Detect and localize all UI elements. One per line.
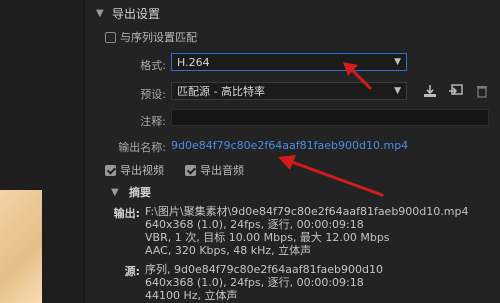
- output-name-arrow: [278, 155, 384, 197]
- annotation-arrows: [278, 62, 384, 197]
- format-arrow: [343, 62, 372, 90]
